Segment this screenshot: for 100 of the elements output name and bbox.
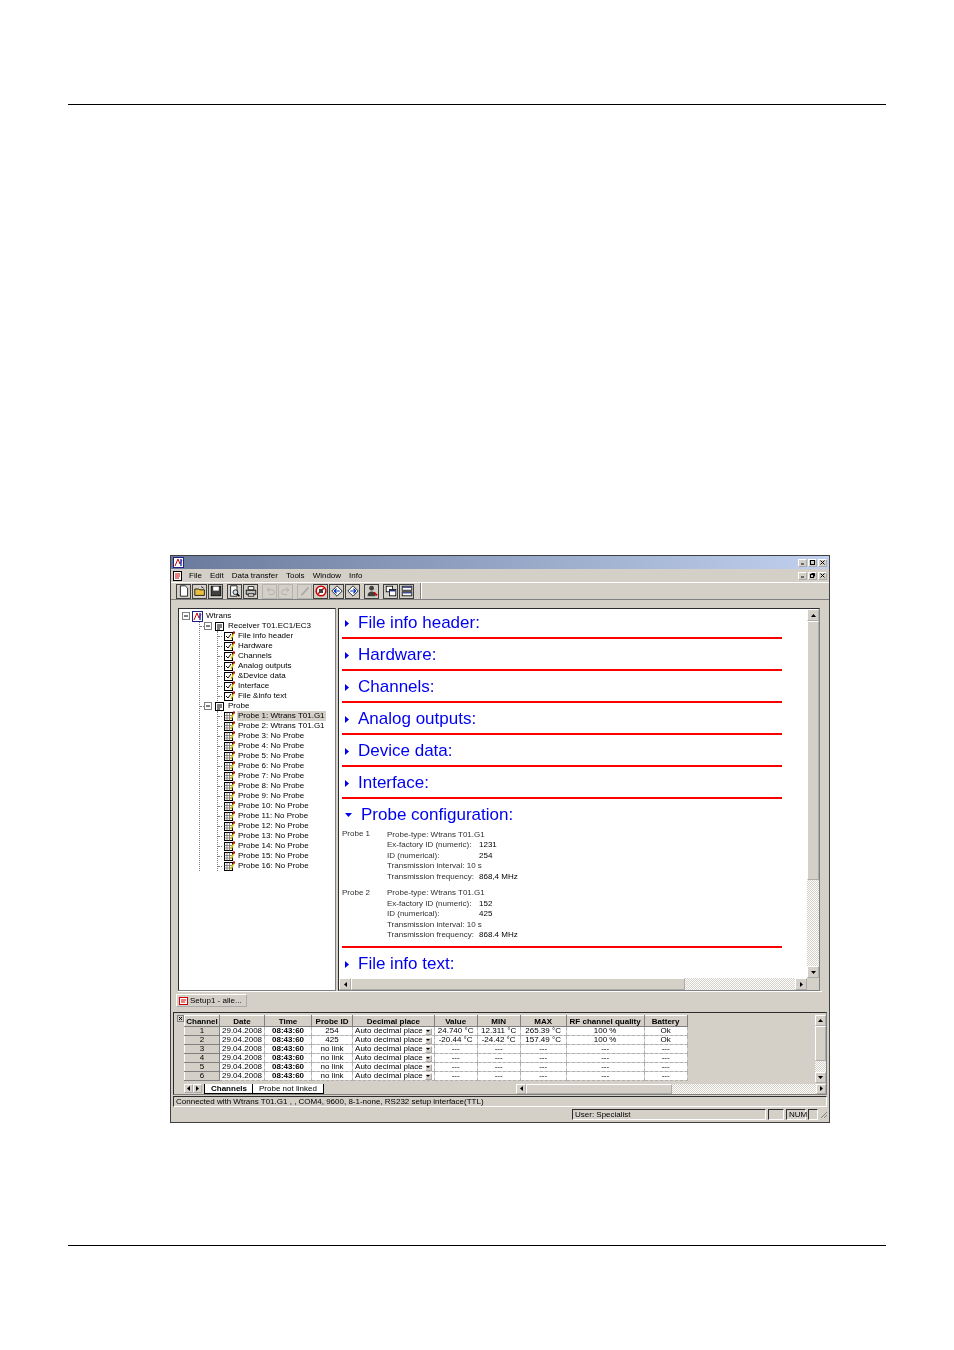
tree-item[interactable]: Probe 6: No Probe [237, 761, 306, 771]
table-cell: -20.44 °C [434, 1035, 478, 1045]
caret-icon [426, 1030, 431, 1032]
dropdown-field[interactable]: Auto decimal place [352, 1071, 435, 1081]
detail-value: 868.4 MHz [479, 930, 518, 940]
dropdown-field[interactable]: Auto decimal place [352, 1062, 435, 1072]
row-header[interactable]: 3 [184, 1044, 220, 1054]
vertical-scrollbar[interactable] [807, 609, 819, 978]
tree-item[interactable]: File info header [237, 631, 295, 641]
toolbar-button[interactable] [399, 583, 414, 599]
vertical-scrollbar[interactable] [815, 1015, 826, 1083]
collapse-icon[interactable] [204, 702, 212, 710]
tree-item[interactable]: Hardware [237, 641, 274, 651]
table-cell: 08:43:60 [264, 1053, 312, 1063]
dropdown-field[interactable]: Auto decimal place [352, 1053, 435, 1063]
section-heading[interactable]: Interface: [358, 773, 429, 793]
table-cell: --- [477, 1044, 521, 1054]
tree-item[interactable]: Receiver T01.EC1/EC3 [227, 621, 312, 631]
close-button[interactable] [818, 571, 827, 580]
detail-value: 254 [479, 850, 493, 860]
column-header[interactable]: Probe ID [311, 1015, 353, 1027]
toolbar-button[interactable] [364, 583, 379, 599]
tree-item[interactable]: Probe 14: No Probe [237, 841, 310, 851]
tree-item[interactable]: Probe 2: Wtrans T01.G1 [237, 721, 326, 731]
column-header[interactable]: Battery [644, 1015, 688, 1027]
menu-item[interactable]: Tools [281, 571, 309, 580]
tree-item[interactable]: Probe 8: No Probe [237, 781, 306, 791]
column-header[interactable]: Time [264, 1015, 312, 1027]
column-header[interactable]: Channel [184, 1015, 220, 1027]
restore-button[interactable] [808, 571, 817, 580]
row-header[interactable]: 5 [184, 1062, 220, 1072]
tree-item[interactable]: Interface [237, 681, 271, 691]
toolbar-button[interactable] [227, 583, 242, 599]
tree-item[interactable]: Wtrans [205, 611, 233, 621]
section-heading[interactable]: File info text: [358, 954, 455, 974]
tree-item[interactable]: Probe 9: No Probe [237, 791, 306, 801]
tree-item[interactable]: &Device data [237, 671, 287, 681]
grid-pencil-icon [224, 840, 235, 852]
toolbar-button[interactable] [176, 583, 191, 599]
column-header[interactable]: Decimal place [352, 1015, 435, 1027]
section-heading[interactable]: Probe configuration: [361, 805, 514, 825]
toolbar-button[interactable] [192, 583, 207, 599]
tree-item[interactable]: Probe 10: No Probe [237, 801, 310, 811]
dropdown-field[interactable]: Auto decimal place [352, 1026, 435, 1036]
column-header[interactable]: Date [219, 1015, 265, 1027]
dropdown-field[interactable]: Auto decimal place [352, 1035, 435, 1045]
tree-item[interactable]: Probe 11: No Probe [237, 811, 310, 821]
section-heading[interactable]: Device data: [358, 741, 453, 761]
section-heading[interactable]: Hardware: [358, 645, 437, 665]
column-header[interactable]: Value [434, 1015, 478, 1027]
column-header[interactable]: RF channel quality [566, 1015, 645, 1027]
row-header[interactable]: 6 [184, 1071, 220, 1081]
column-header[interactable]: MAX [520, 1015, 567, 1027]
menu-item[interactable]: Info [345, 571, 367, 580]
toolbar-button[interactable] [208, 583, 223, 599]
tree-item[interactable]: Probe 15: No Probe [237, 851, 310, 861]
tree-item[interactable]: Probe 12: No Probe [237, 821, 310, 831]
tree-item[interactable]: Probe 1: Wtrans T01.G1 [237, 711, 326, 721]
tree-item[interactable]: Probe 13: No Probe [237, 831, 310, 841]
redo-icon [279, 585, 292, 597]
collapse-icon[interactable] [182, 612, 190, 620]
minimize-button[interactable] [798, 558, 807, 567]
probe-label: Probe 1 [342, 829, 372, 840]
toolbar-button[interactable] [313, 583, 328, 599]
column-header[interactable]: MIN [477, 1015, 521, 1027]
tree-item[interactable]: Channels [237, 651, 273, 661]
tree-item[interactable]: Probe 5: No Probe [237, 751, 306, 761]
row-header[interactable]: 4 [184, 1053, 220, 1063]
section-heading[interactable]: Channels: [358, 677, 435, 697]
maximize-button[interactable] [808, 558, 817, 567]
tree-item[interactable]: Probe [227, 701, 251, 711]
minimize-button[interactable] [798, 571, 807, 580]
tree-item[interactable]: Probe 16: No Probe [237, 861, 310, 871]
close-button[interactable] [818, 558, 827, 567]
grid-pencil-icon [224, 780, 235, 792]
tree-item[interactable]: Analog outputs [237, 661, 293, 671]
tree-item[interactable]: Probe 3: No Probe [237, 731, 306, 741]
dropdown-field[interactable]: Auto decimal place [352, 1044, 435, 1054]
tree-item[interactable]: Probe 7: No Probe [237, 771, 306, 781]
toolbar-button[interactable] [243, 583, 258, 599]
row-header[interactable]: 1 [184, 1026, 220, 1036]
section-heading[interactable]: Analog outputs: [358, 709, 477, 729]
menu-item[interactable]: Window [308, 571, 346, 580]
menu-item[interactable]: Edit [205, 571, 228, 580]
collapse-icon[interactable] [204, 622, 212, 630]
restore-icon [810, 573, 815, 578]
row-header[interactable]: 2 [184, 1035, 220, 1045]
toolbar-button[interactable] [345, 583, 360, 599]
sheet-tab[interactable]: Channels [204, 1083, 254, 1094]
horizontal-scrollbar[interactable] [516, 1083, 826, 1094]
section-heading[interactable]: File info header: [358, 613, 480, 633]
tree-item[interactable]: Probe 4: No Probe [237, 741, 306, 751]
toolbar-button[interactable] [383, 583, 398, 599]
menu-item[interactable]: Data transfer [227, 571, 282, 580]
toolbar-button[interactable] [329, 583, 344, 599]
horizontal-scrollbar[interactable] [339, 978, 807, 990]
document-tab[interactable]: Setup1 - alle... [176, 994, 247, 1007]
menu-item[interactable]: File [185, 571, 206, 580]
tree-item[interactable]: File &info text [237, 691, 288, 701]
sheet-tab[interactable]: Probe not linked [252, 1083, 324, 1094]
